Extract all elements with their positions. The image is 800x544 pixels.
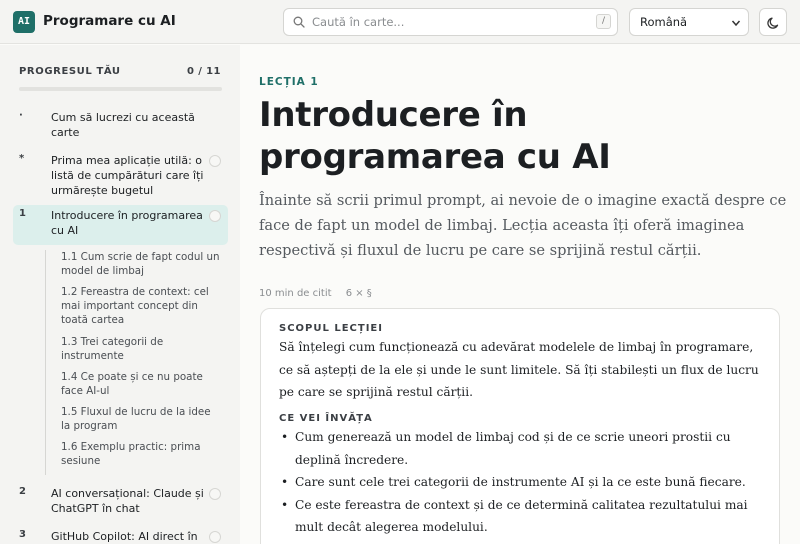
subsection-1-6[interactable]: 1.6 Exemplu practic: prima sesiune	[61, 440, 221, 468]
sidebar-item-marker: ·	[19, 110, 23, 121]
sidebar-item-lesson-1[interactable]: 1 Introducere în programarea cu AI	[13, 205, 228, 245]
search-icon	[293, 16, 305, 28]
sidebar-item-marker: *	[19, 153, 25, 164]
scope-heading: SCOPUL LECȚIEI	[279, 323, 383, 334]
search-shortcut-key: /	[596, 14, 611, 29]
learn-heading: CE VEI ÎNVĂȚA	[279, 413, 373, 424]
search-input[interactable]: Caută în carte... /	[283, 8, 618, 36]
completion-checkbox[interactable]	[209, 210, 221, 222]
progress-count: 0 / 11	[187, 66, 221, 77]
lesson-eyebrow: LECȚIA 1	[259, 76, 319, 88]
list-item: Cum generează un model de limbaj cod și …	[279, 426, 769, 471]
subsection-1-3[interactable]: 1.3 Trei categorii de instrumente	[61, 335, 221, 363]
theme-toggle-button[interactable]	[759, 8, 787, 36]
moon-icon	[767, 17, 779, 29]
lesson-lead: Înainte să scrii primul prompt, ai nevoi…	[259, 192, 787, 259]
list-item: Ce este fereastra de context și de ce de…	[279, 494, 769, 539]
page-title: Introducere în programarea cu AI	[259, 95, 611, 177]
sidebar-item-label: Introducere în programarea cu AI	[51, 209, 203, 237]
sidebar-item-how-to-use[interactable]: · Cum să lucrezi cu această carte	[13, 107, 228, 143]
sidebar-item-marker: 1	[19, 208, 26, 219]
subsection-1-4[interactable]: 1.4 Ce poate și ce nu poate face AI-ul	[61, 370, 221, 398]
language-value: Română	[640, 15, 688, 29]
scope-text: Să înțelegi cum funcționează cu adevărat…	[279, 340, 759, 399]
lesson-content: LECȚIA 1 Introducere în programarea cu A…	[240, 45, 800, 544]
reading-time: 10 min de citit	[259, 288, 332, 299]
sidebar-item-label: GitHub Copilot: AI direct în	[51, 530, 198, 543]
app-title[interactable]: Programare cu AI	[43, 13, 176, 29]
progress-bar	[19, 87, 222, 91]
sidebar-item-label: Prima mea aplicație utilă: o listă de cu…	[51, 154, 204, 197]
lesson-summary-card: SCOPUL LECȚIEI Să înțelegi cum funcțione…	[260, 308, 780, 544]
lesson-1-subsections: 1.1 Cum scrie de fapt codul un model de …	[45, 250, 230, 475]
search-placeholder: Caută în carte...	[312, 15, 405, 29]
top-bar: AI Programare cu AI Caută în carte... / …	[0, 0, 800, 44]
list-item: Care sunt cele trei categorii de instrum…	[279, 471, 769, 494]
sidebar-item-marker: 3	[19, 529, 26, 540]
subsection-1-1[interactable]: 1.1 Cum scrie de fapt codul un model de …	[61, 250, 221, 278]
sidebar: PROGRESUL TĂU 0 / 11 · Cum să lucrezi cu…	[0, 45, 240, 544]
language-select[interactable]: Română	[629, 8, 749, 36]
completion-checkbox[interactable]	[209, 155, 221, 167]
completion-checkbox[interactable]	[209, 488, 221, 500]
sidebar-item-label: Cum să lucrezi cu această carte	[51, 111, 195, 139]
section-count: 6 × §	[345, 288, 372, 299]
progress-label: PROGRESUL TĂU	[19, 66, 121, 77]
lesson-meta: 10 min de citit 6 × §	[259, 288, 383, 299]
learn-list: Cum generează un model de limbaj cod și …	[279, 426, 769, 539]
chevron-down-icon	[731, 20, 741, 27]
logo[interactable]: AI	[13, 11, 35, 33]
sidebar-item-label: AI conversațional: Claude și ChatGPT în …	[51, 487, 204, 515]
sidebar-item-first-app[interactable]: * Prima mea aplicație utilă: o listă de …	[13, 150, 228, 200]
sidebar-item-lesson-3[interactable]: 3 GitHub Copilot: AI direct în	[13, 526, 228, 544]
subsection-1-5[interactable]: 1.5 Fluxul de lucru de la idee la progra…	[61, 405, 221, 433]
sidebar-item-lesson-2[interactable]: 2 AI conversațional: Claude și ChatGPT î…	[13, 483, 228, 519]
sidebar-item-marker: 2	[19, 486, 26, 497]
completion-checkbox[interactable]	[209, 531, 221, 543]
subsection-1-2[interactable]: 1.2 Fereastra de context: cel mai import…	[61, 285, 221, 327]
